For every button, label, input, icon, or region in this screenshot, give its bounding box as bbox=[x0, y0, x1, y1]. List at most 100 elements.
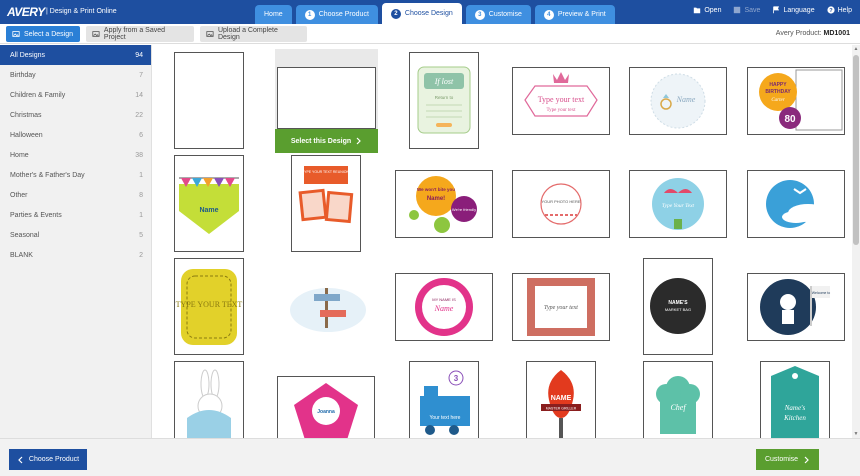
select-design-button[interactable]: Select a Design bbox=[6, 26, 80, 42]
step-number: 4 bbox=[543, 9, 554, 20]
category-label: BLANK bbox=[10, 251, 33, 259]
open-button[interactable]: Open bbox=[693, 6, 721, 14]
upload-complete-label: Upload a Complete Design bbox=[217, 27, 278, 41]
design-card-blank-hovered[interactable]: Select this Design bbox=[275, 49, 378, 153]
my-name-is-text: MY NAME IS bbox=[432, 297, 456, 302]
category-birthday[interactable]: Birthday 7 bbox=[0, 65, 151, 85]
tab-choose-design[interactable]: 2 Choose Design bbox=[381, 3, 462, 24]
market-bag-name: NAME'S bbox=[668, 300, 688, 306]
choose-product-back-button[interactable]: Choose Product bbox=[9, 449, 87, 470]
category-christmas[interactable]: Christmas 22 bbox=[0, 105, 151, 125]
category-label: Seasonal bbox=[10, 231, 40, 239]
select-this-design-button[interactable]: Select this Design bbox=[275, 129, 378, 153]
product-code: MD1001 bbox=[823, 30, 850, 37]
upload-complete-design-button[interactable]: Upload a Complete Design bbox=[200, 26, 307, 42]
category-blank[interactable]: BLANK 2 bbox=[0, 245, 151, 265]
design-card-bunting-name[interactable]: Name bbox=[174, 155, 244, 252]
category-children-family[interactable]: Children & Family 14 bbox=[0, 85, 151, 105]
category-halloween[interactable]: Halloween 6 bbox=[0, 125, 151, 145]
names-text: Name's bbox=[784, 404, 806, 412]
scrollbar-thumb[interactable] bbox=[853, 55, 859, 245]
tab-choose-product[interactable]: 1 Choose Product bbox=[295, 5, 378, 24]
train-number: 3 bbox=[454, 374, 459, 383]
category-label: Birthday bbox=[10, 71, 36, 79]
step-tabs: Home 1 Choose Product 2 Choose Design 3 Cus… bbox=[255, 3, 615, 24]
step-number: 3 bbox=[474, 9, 485, 20]
design-card-umbrella-type-text[interactable]: Type Your Text bbox=[629, 170, 727, 238]
category-all-designs[interactable]: All Designs 94 bbox=[0, 45, 151, 65]
design-card-train[interactable]: 3 Your text here bbox=[409, 361, 479, 438]
design-card-bunny[interactable] bbox=[174, 361, 244, 438]
customise-next-button[interactable]: Customise bbox=[756, 449, 819, 470]
save-icon bbox=[734, 6, 741, 14]
design-card-astronaut[interactable]: Welcome to bbox=[747, 273, 845, 341]
tab-customise[interactable]: 3 Customise bbox=[465, 5, 531, 24]
design-card-if-lost[interactable]: If lost Return to bbox=[409, 52, 479, 149]
design-card-master-griller[interactable]: NAME MASTER GRILLER bbox=[526, 361, 596, 438]
we-wont-text: We won't bite you bbox=[417, 187, 455, 192]
avery-logo[interactable]: AVERY bbox=[7, 5, 45, 19]
master-griller-text: MASTER GRILLER bbox=[546, 407, 577, 411]
scroll-up-icon[interactable]: ▲ bbox=[853, 46, 859, 52]
language-button[interactable]: Language bbox=[772, 6, 815, 14]
design-card-gingham-frame[interactable]: Type your text bbox=[512, 273, 610, 341]
image-icon bbox=[12, 31, 20, 37]
design-card-reunion[interactable]: TYPE YOUR TEXT REUNION! bbox=[291, 155, 361, 252]
category-label: Christmas bbox=[10, 111, 42, 119]
apply-saved-project-button[interactable]: Apply from a Saved Project bbox=[86, 26, 194, 42]
step-number: 1 bbox=[304, 9, 315, 20]
save-label: Save bbox=[744, 6, 761, 14]
scroll-down-icon[interactable]: ▼ bbox=[853, 431, 859, 437]
category-other[interactable]: Other 8 bbox=[0, 185, 151, 205]
step-number: 2 bbox=[390, 8, 401, 19]
save-button[interactable]: Save bbox=[733, 6, 760, 14]
design-card-photo-here[interactable]: YOUR PHOTO HERE bbox=[512, 170, 610, 238]
welcome-text: Welcome to bbox=[812, 291, 830, 295]
tab-choose-product-label: Choose Product bbox=[318, 11, 369, 18]
category-label: Children & Family bbox=[10, 91, 66, 99]
select-this-design-label: Select this Design bbox=[290, 137, 352, 145]
design-card-chef-hat[interactable]: Chef bbox=[643, 361, 713, 438]
tab-home[interactable]: Home bbox=[255, 5, 292, 24]
help-label: Help bbox=[837, 6, 852, 14]
return-to-text: Return to bbox=[435, 95, 454, 100]
flag-icon bbox=[773, 6, 780, 14]
grid-scrollbar[interactable]: ▲ ▼ bbox=[852, 45, 860, 438]
design-card-we-wont-bite[interactable]: We won't bite you Name! We're friendly bbox=[395, 170, 493, 238]
footer-nav: Choose Product Customise bbox=[0, 438, 860, 476]
tab-home-label: Home bbox=[264, 11, 283, 18]
category-seasonal[interactable]: Seasonal 5 bbox=[0, 225, 151, 245]
back-label: Choose Product bbox=[28, 456, 80, 463]
category-label: Home bbox=[10, 151, 29, 159]
kitchen-text: Kitchen bbox=[783, 414, 806, 422]
next-label: Customise bbox=[764, 456, 799, 463]
help-button[interactable]: ? Help bbox=[826, 6, 852, 14]
design-card-signpost-cloud[interactable] bbox=[277, 273, 375, 341]
category-label: Mother's & Father's Day bbox=[10, 171, 85, 179]
category-home[interactable]: Home 38 bbox=[0, 145, 151, 165]
tab-preview-print[interactable]: 4 Preview & Print bbox=[534, 5, 615, 24]
design-card-pentagon-joanna[interactable]: Joanna bbox=[277, 376, 375, 438]
folder-icon bbox=[694, 7, 701, 14]
design-card-blank-portrait[interactable] bbox=[174, 52, 244, 149]
svg-text:?: ? bbox=[829, 8, 833, 14]
top-actions: Open Save Language ? Help bbox=[693, 6, 852, 14]
chef-text: Chef bbox=[670, 403, 687, 412]
category-parties-events[interactable]: Parties & Events 1 bbox=[0, 205, 151, 225]
language-label: Language bbox=[783, 6, 815, 14]
design-card-gold-frame[interactable]: TYPE YOUR TEXT bbox=[174, 258, 244, 355]
top-nav-bar: AVERY | Design & Print Online Home 1 Choo… bbox=[0, 0, 860, 24]
design-card-kitchen-tag[interactable]: Name's Kitchen bbox=[760, 361, 830, 438]
image-icon bbox=[206, 31, 214, 37]
design-card-market-bag[interactable]: NAME'S MARKET BAG bbox=[643, 258, 713, 355]
design-card-ring-name[interactable]: Name bbox=[629, 67, 727, 135]
design-card-cloud-blue[interactable] bbox=[747, 170, 845, 238]
design-card-crown-type-text[interactable]: Type your text Type your text bbox=[512, 67, 610, 135]
category-mothers-fathers-day[interactable]: Mother's & Father's Day 1 bbox=[0, 165, 151, 185]
if-lost-title: If lost bbox=[434, 77, 454, 86]
carter-text: Carter bbox=[771, 98, 784, 103]
category-count: 14 bbox=[135, 91, 143, 99]
select-design-label: Select a Design bbox=[24, 30, 74, 38]
design-card-my-name-is-scallop[interactable]: MY NAME IS Name bbox=[395, 273, 493, 341]
design-card-happy-birthday[interactable]: HAPPY BIRTHDAY Carter 80 bbox=[747, 67, 845, 135]
